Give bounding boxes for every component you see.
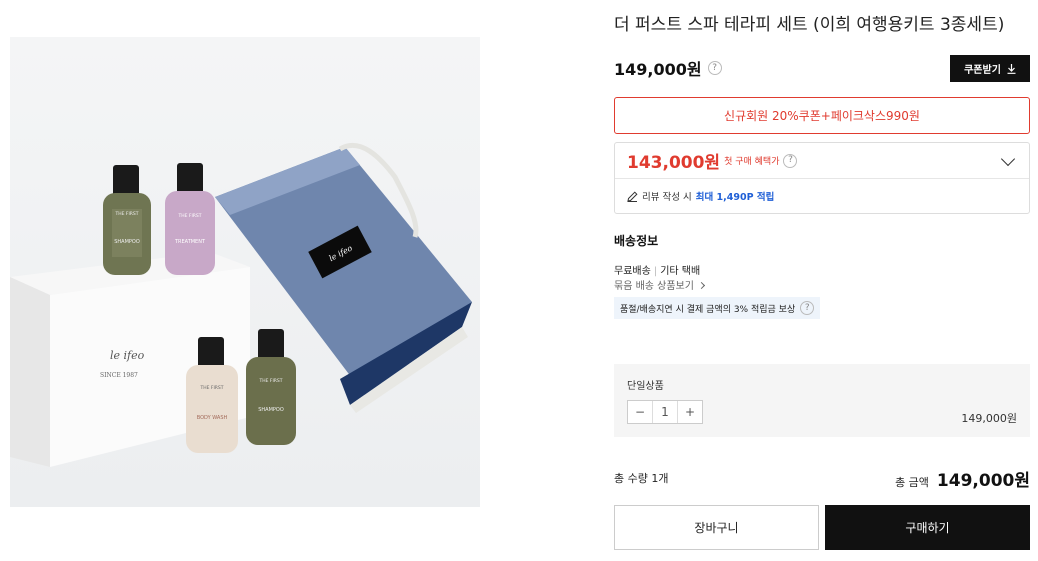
review-reward: 리뷰 작성 시 최대 1,490P 적립 (615, 179, 1029, 213)
svg-text:BODY WASH: BODY WASH (197, 415, 228, 421)
shipping-separator: | (653, 266, 658, 277)
promo-banner[interactable]: 신규회원 20%쿠폰+페이크삭스990원 (614, 97, 1030, 134)
price-row: 149,000원 ? (614, 56, 722, 80)
total-quantity: 총 수량 1개 (614, 472, 669, 485)
total-amount: 총 금액 149,000원 (895, 466, 1030, 491)
pencil-icon (627, 190, 638, 202)
guarantee-help-icon[interactable]: ? (800, 301, 815, 315)
coupon-button-label: 쿠폰받기 (964, 65, 1001, 76)
coupon-download-button[interactable]: 쿠폰받기 (950, 55, 1030, 82)
download-icon (1007, 63, 1016, 74)
delivery-guarantee-badge: 품절/배송지연 시 결제 금액의 3% 적립금 보상 ? (614, 297, 821, 319)
quantity-minus-button[interactable]: − (628, 401, 652, 423)
svg-text:SHAMPOO: SHAMPOO (258, 407, 284, 413)
review-prefix: 리뷰 작성 시 (642, 192, 692, 203)
price-help-icon[interactable]: ? (707, 61, 722, 75)
benefit-header[interactable]: 143,000원 첫 구매 혜택가 ? (615, 143, 1029, 179)
svg-text:SHAMPOO: SHAMPOO (114, 239, 140, 245)
box-since: SINCE 1987 (100, 372, 138, 379)
option-name: 단일상품 (627, 381, 664, 392)
box-logo: le ifeo (110, 349, 145, 362)
quantity-plus-button[interactable]: + (678, 401, 702, 423)
buy-now-button[interactable]: 구매하기 (825, 505, 1030, 550)
quantity-value[interactable]: 1 (652, 401, 678, 423)
product-price: 149,000원 (614, 60, 702, 79)
product-image[interactable]: le ifeo le ifeo SINCE 1987 THE FIRST SHA… (10, 37, 480, 507)
benefit-help-icon[interactable]: ? (783, 153, 798, 168)
chevron-down-icon[interactable] (1000, 151, 1016, 167)
add-to-cart-button[interactable]: 장바구니 (614, 505, 819, 550)
svg-text:THE FIRST: THE FIRST (114, 211, 138, 217)
bottle-shampoo-1: THE FIRST SHAMPOO (103, 165, 151, 275)
selected-option: 단일상품 − 1 + 149,000원 (614, 364, 1030, 437)
quantity-stepper: − 1 + (627, 400, 703, 424)
first-purchase-benefit: 143,000원 첫 구매 혜택가 ? 리뷰 작성 시 최대 1,490P 적립 (614, 142, 1030, 214)
chevron-right-icon (698, 281, 706, 290)
guarantee-text: 품절/배송지연 시 결제 금액의 3% 적립금 보상 (620, 304, 796, 315)
svg-text:TREATMENT: TREATMENT (174, 239, 206, 245)
svg-text:THE FIRST: THE FIRST (199, 385, 223, 391)
bottle-treatment: THE FIRST TREATMENT (165, 163, 215, 275)
review-points: 최대 1,490P 적립 (695, 192, 775, 203)
shipping-method: 무료배송 | 기타 택배 (614, 262, 700, 277)
svg-text:THE FIRST: THE FIRST (177, 213, 201, 219)
shipping-fee: 무료배송 (614, 266, 651, 277)
shipping-carrier: 기타 택배 (660, 266, 701, 277)
svg-text:THE FIRST: THE FIRST (258, 378, 282, 384)
total-amount-label: 총 금액 (895, 476, 929, 489)
bundle-shipping-link[interactable]: 묶음 배송 상품보기 (614, 277, 706, 292)
option-price: 149,000원 (961, 412, 1017, 425)
benefit-label: 첫 구매 혜택가 (724, 157, 780, 167)
benefit-price: 143,000원 (627, 153, 721, 173)
shipping-title: 배송정보 (614, 234, 659, 248)
bottle-shampoo-2: THE FIRST SHAMPOO (246, 329, 296, 445)
product-title: 더 퍼스트 스파 테라피 세트 (이희 여행용키트 3종세트) (614, 15, 1005, 35)
total-amount-value: 149,000원 (936, 471, 1030, 491)
